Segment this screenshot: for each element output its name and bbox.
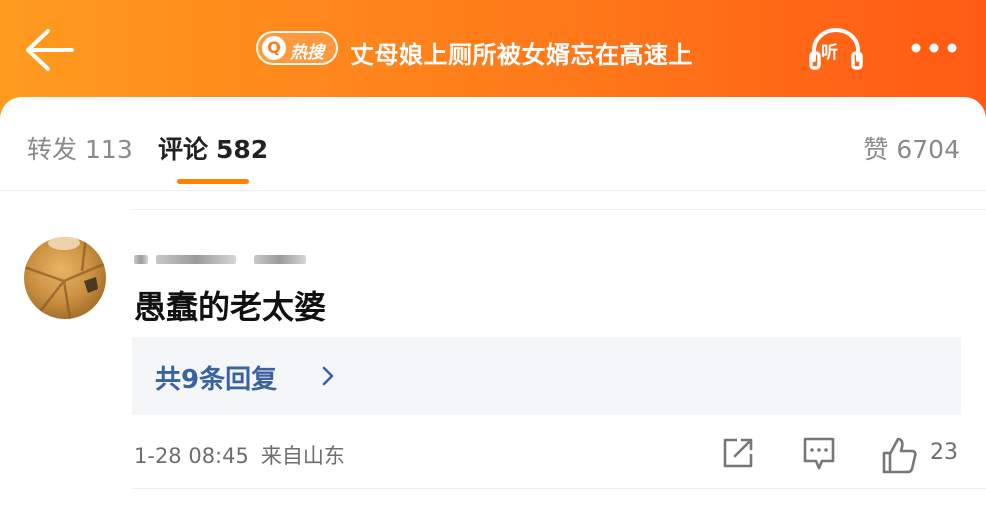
share-icon[interactable] bbox=[720, 435, 756, 471]
tabs-divider bbox=[0, 190, 986, 191]
view-replies-button[interactable]: 共9条回复 bbox=[132, 337, 961, 415]
more-button[interactable] bbox=[908, 30, 960, 66]
topic-title[interactable]: 丈母娘上厕所被女婿忘在高速上 bbox=[350, 35, 693, 70]
name-blur-segment bbox=[156, 255, 236, 264]
avatar-image bbox=[24, 237, 106, 319]
tab-like[interactable]: 赞 6704 bbox=[863, 130, 960, 166]
arrow-left-icon bbox=[26, 29, 74, 71]
tab-repost-count: 113 bbox=[85, 135, 133, 164]
comment-meta: 1-28 08:45 来自山东 bbox=[134, 440, 345, 470]
comment-icon[interactable] bbox=[801, 435, 837, 473]
chevron-right-icon bbox=[322, 366, 334, 386]
hot-search-badge[interactable]: Q 热搜 bbox=[256, 31, 338, 65]
name-blur-segment bbox=[134, 255, 148, 264]
comment-text: 愚蠢的老太婆 bbox=[134, 288, 327, 326]
tab-comment-label: 评论 bbox=[158, 135, 209, 164]
search-q-icon: Q bbox=[262, 36, 286, 60]
like-count[interactable]: 23 bbox=[930, 440, 958, 465]
tab-repost-label: 转发 bbox=[27, 135, 78, 164]
tab-comment[interactable]: 评论 582 bbox=[158, 130, 268, 166]
comment-source: 来自山东 bbox=[260, 444, 345, 468]
listen-button[interactable]: 听 bbox=[808, 26, 864, 72]
back-button[interactable] bbox=[24, 28, 80, 72]
hot-search-label: 热搜 bbox=[290, 43, 324, 63]
tab-repost[interactable]: 转发 113 bbox=[27, 130, 133, 166]
username-redacted[interactable] bbox=[134, 249, 324, 269]
tab-like-label: 赞 bbox=[863, 135, 889, 164]
comment-time: 1-28 08:45 bbox=[134, 444, 249, 468]
list-divider bbox=[132, 209, 986, 210]
comments-sheet: 转发 113 评论 582 赞 6704 愚蠢的老太婆 共9条回复 1-28 0… bbox=[0, 97, 986, 506]
name-blur-segment bbox=[254, 255, 306, 264]
replies-count-label: 共9条回复 bbox=[155, 365, 278, 395]
thumb-up-icon[interactable] bbox=[880, 435, 918, 475]
tab-comment-count: 582 bbox=[216, 135, 269, 164]
tab-like-count: 6704 bbox=[896, 135, 960, 164]
more-dots-icon bbox=[911, 43, 957, 53]
avatar[interactable] bbox=[24, 237, 106, 319]
comment-divider bbox=[132, 488, 986, 489]
active-tab-indicator bbox=[177, 179, 249, 184]
listen-label: 听 bbox=[821, 43, 838, 63]
